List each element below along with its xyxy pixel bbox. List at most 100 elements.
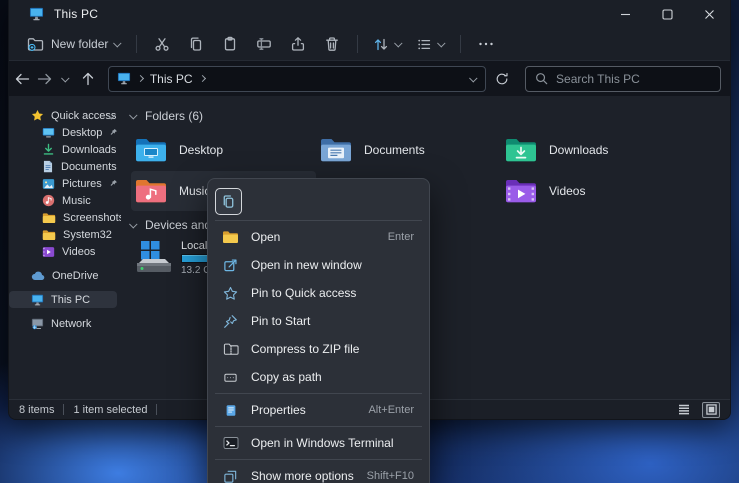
sidebar-item-quick-access[interactable]: Quick access [9,107,117,124]
cut-button[interactable] [146,31,178,57]
search-box[interactable] [525,66,721,92]
status-divider [63,404,64,415]
menu-item-open[interactable]: Open Enter [213,223,424,251]
videos-folder-icon [505,178,538,205]
sidebar-item-videos[interactable]: Videos [9,243,117,260]
delete-button[interactable] [316,31,348,57]
onedrive-icon [31,271,45,281]
forward-button[interactable] [35,66,55,92]
rename-button[interactable] [248,31,280,57]
folder-tile-downloads[interactable]: Downloads [501,130,686,170]
folder-tile-documents[interactable]: Documents [316,130,501,170]
sidebar-item-network[interactable]: Network [9,315,117,332]
sidebar-item-screenshots[interactable]: Screenshots [9,209,117,226]
folder-icon [42,229,56,241]
folders-section-header[interactable]: Folders (6) [131,108,724,124]
address-dropdown-icon[interactable] [469,74,477,82]
pin-icon [109,128,118,137]
sidebar-item-this-pc[interactable]: This PC [9,291,117,308]
more-options-button[interactable] [470,31,502,57]
menu-separator [215,426,422,427]
paste-button[interactable] [214,31,246,57]
items-count: 8 items [19,404,54,416]
toolbar-divider [460,35,461,53]
menu-separator [215,220,422,221]
refresh-button[interactable] [492,66,513,92]
copy-button[interactable] [180,31,212,57]
title-bar[interactable]: This PC [9,0,730,28]
new-folder-label: New folder [51,37,108,51]
pin-icon [109,179,118,188]
pictures-icon [42,178,55,190]
view-button[interactable] [410,31,451,57]
maximize-button[interactable] [646,0,688,28]
chevron-down-icon [437,39,445,47]
details-view-button[interactable] [675,402,693,418]
open-folder-icon [222,230,239,244]
videos-icon [42,246,55,258]
shortcut-hint: Shift+F10 [367,470,414,482]
thumbnail-view-button[interactable] [702,402,720,418]
up-button[interactable] [78,66,98,92]
quick-actions-strip [213,184,424,218]
show-more-icon [222,469,239,483]
this-pc-icon [117,72,131,85]
zip-folder-icon [222,342,239,356]
close-button[interactable] [688,0,730,28]
this-pc-icon [31,294,44,306]
sort-button[interactable] [367,31,408,57]
menu-item-open-in-new-window[interactable]: Open in new window [213,251,424,279]
sidebar-item-pictures[interactable]: Pictures [9,175,117,192]
new-folder-icon [27,37,44,52]
shortcut-hint: Enter [388,231,414,243]
music-folder-icon [135,178,168,205]
menu-item-pin-to-quick-access[interactable]: Pin to Quick access [213,279,424,307]
properties-icon [222,403,239,418]
this-pc-icon [29,7,44,21]
window-title: This PC [54,7,98,21]
collapse-chevron-icon[interactable] [129,220,137,228]
sidebar-item-system32[interactable]: System32 [9,226,117,243]
copy-quick-action-button[interactable] [215,188,242,215]
music-icon [42,194,55,207]
sidebar-item-downloads[interactable]: Downloads [9,141,117,158]
menu-item-copy-as-path[interactable]: Copy as path [213,363,424,391]
copy-path-icon [222,370,239,385]
menu-separator [215,393,422,394]
star-outline-icon [222,286,239,301]
chevron-down-icon [113,39,121,47]
toolbar-divider [136,35,137,53]
sidebar-item-desktop[interactable]: Desktop [9,124,117,141]
folder-tile-desktop[interactable]: Desktop [131,130,316,170]
network-icon [31,318,44,330]
selected-count: 1 item selected [73,404,147,416]
search-input[interactable] [556,72,711,86]
folder-icon [42,212,56,224]
menu-separator [215,459,422,460]
shortcut-hint: Alt+Enter [368,404,414,416]
downloads-icon [42,143,55,156]
breadcrumb-location[interactable]: This PC [150,72,193,86]
menu-item-compress-to-zip[interactable]: Compress to ZIP file [213,335,424,363]
folder-tile-videos[interactable]: Videos [501,171,686,211]
breadcrumb-separator[interactable] [198,75,205,82]
pin-icon [222,314,239,329]
sidebar-item-documents[interactable]: Documents [9,158,117,175]
menu-item-pin-to-start[interactable]: Pin to Start [213,307,424,335]
chevron-down-icon [394,39,402,47]
open-new-window-icon [222,258,239,273]
collapse-chevron-icon[interactable] [129,111,137,119]
menu-item-open-in-windows-terminal[interactable]: Open in Windows Terminal [213,429,424,457]
share-button[interactable] [282,31,314,57]
breadcrumb[interactable]: This PC [108,66,486,92]
address-bar-row: This PC [9,61,730,96]
new-folder-button[interactable]: New folder [21,31,127,57]
menu-item-properties[interactable]: Properties Alt+Enter [213,396,424,424]
back-button[interactable] [13,66,33,92]
search-icon [535,72,548,85]
sidebar-item-onedrive[interactable]: OneDrive [9,267,117,284]
menu-item-show-more-options[interactable]: Show more options Shift+F10 [213,462,424,483]
recent-locations-button[interactable] [56,66,76,92]
sidebar-item-music[interactable]: Music [9,192,117,209]
minimize-button[interactable] [604,0,646,28]
